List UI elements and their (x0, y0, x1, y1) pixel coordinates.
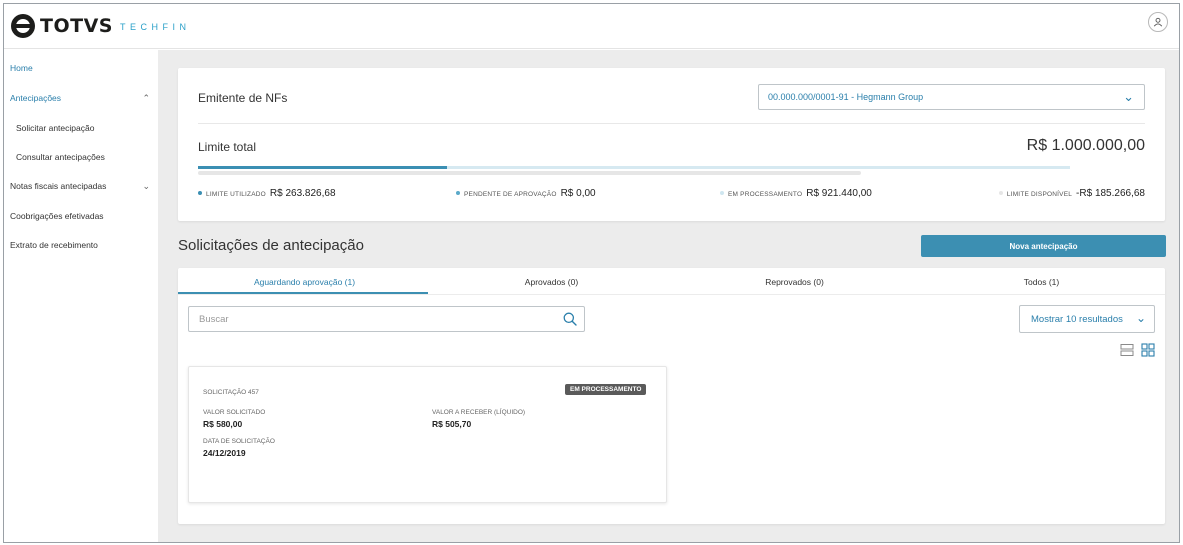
sidebar-item-extrato[interactable]: Extrato de recebimento (10, 240, 150, 250)
divider (198, 123, 1145, 124)
legend-dot (998, 191, 1003, 195)
tab-aprovados[interactable]: Aprovados (0) (428, 277, 675, 287)
sidebar-item-solicitar-antecipacao[interactable]: Solicitar antecipação (16, 123, 150, 133)
tab-aguardando-aprovacao[interactable]: Aguardando aprovação (1) (181, 277, 428, 287)
valor-solicitado-value: R$ 580,00 (203, 419, 243, 429)
chevron-down-icon: ⌄ (1135, 311, 1146, 325)
limit-progress-bar (198, 166, 1070, 169)
sidebar-item-label: Coobrigações efetivadas (10, 211, 104, 221)
sidebar: Home Antecipações ⌃ Solicitar antecipaçã… (4, 50, 158, 542)
chevron-down-icon: ⌄ (142, 181, 150, 191)
user-button[interactable] (1148, 12, 1168, 32)
user-icon (1153, 17, 1163, 27)
sidebar-item-label: Consultar antecipações (16, 152, 105, 162)
legend-value: -R$ 185.266,68 (1076, 188, 1145, 199)
emitente-label: Emitente de NFs (198, 91, 288, 105)
legend-value: R$ 921.440,00 (806, 188, 872, 199)
limit-used-fill (198, 166, 448, 169)
valor-receber-label: Valor a receber (líquido) (432, 409, 526, 416)
legend-dot (720, 191, 724, 195)
chevron-up-icon: ⌃ (142, 93, 150, 103)
main-content: Emitente de NFs 00.000.000/0001-91 - Heg… (158, 50, 1179, 542)
sidebar-item-label: Extrato de recebimento (10, 240, 98, 250)
active-tab-indicator (178, 292, 428, 294)
search-input[interactable]: Buscar (188, 306, 585, 332)
sidebar-item-antecipacoes[interactable]: Antecipações ⌃ (10, 93, 150, 104)
sidebar-item-coobrigacoes[interactable]: Coobrigações efetivadas (10, 211, 150, 221)
valor-solicitado-label: Valor solicitado (203, 409, 266, 416)
legend-limite-utilizado: Limite utilizado R$ 263.826,68 (198, 188, 336, 199)
app-window: TOTVS TECHFIN Home Antecipações ⌃ Solici… (3, 3, 1180, 543)
legend-label: Pendente de aprovação (464, 191, 557, 198)
limit-card: Emitente de NFs 00.000.000/0001-91 - Heg… (178, 68, 1165, 221)
limit-processing-bar (198, 171, 861, 175)
list-view-icon[interactable] (1120, 343, 1134, 357)
sidebar-item-notas-fiscais[interactable]: Notas fiscais antecipadas ⌄ (10, 181, 150, 192)
status-badge: Em processamento (565, 384, 647, 395)
legend-limite-disponivel: Limite disponível -R$ 185.266,68 (998, 188, 1145, 199)
legend-label: Limite disponível (1006, 191, 1073, 198)
requests-card: Aguardando aprovação (1) Aprovados (0) R… (178, 268, 1165, 524)
request-title: Solicitação 457 (203, 389, 259, 396)
legend-em-processamento: Em processamento R$ 921.440,00 (720, 188, 872, 199)
tab-todos[interactable]: Todos (1) (918, 277, 1165, 287)
legend-value: R$ 263.826,68 (269, 188, 336, 199)
tab-bar: Aguardando aprovação (1) Aprovados (0) R… (178, 268, 1165, 295)
legend-label: Em processamento (728, 191, 803, 198)
search-placeholder: Buscar (199, 314, 229, 325)
request-card[interactable]: Solicitação 457 Em processamento Valor s… (188, 366, 667, 503)
sidebar-item-label: Antecipações (10, 93, 62, 103)
page-title: Solicitações de antecipação (178, 237, 364, 254)
grid-view-icon[interactable] (1141, 343, 1155, 357)
sidebar-item-label: Notas fiscais antecipadas (10, 181, 107, 191)
nova-antecipacao-button[interactable]: Nova antecipação (921, 235, 1166, 257)
sidebar-item-label: Home (10, 63, 33, 73)
emitente-select[interactable]: 00.000.000/0001-91 - Hegmann Group ⌄ (758, 84, 1145, 110)
legend-dot (198, 191, 202, 195)
limite-total-value: R$ 1.000.000,00 (1026, 137, 1145, 154)
emitente-select-value: 00.000.000/0001-91 - Hegmann Group (768, 92, 924, 102)
sidebar-item-label: Solicitar antecipação (16, 123, 95, 133)
top-bar: TOTVS TECHFIN (4, 4, 1179, 49)
limite-total-label: Limite total (198, 140, 257, 154)
legend-dot (456, 191, 460, 195)
legend-value: R$ 0,00 (560, 188, 596, 199)
results-per-page-select[interactable]: Mostrar 10 resultados ⌄ (1019, 305, 1155, 333)
brand-sub: TECHFIN (119, 22, 191, 32)
sidebar-item-consultar-antecipacoes[interactable]: Consultar antecipações (16, 152, 150, 162)
totvs-logo-icon (11, 14, 35, 38)
chevron-down-icon: ⌄ (1123, 89, 1134, 104)
legend-pendente: Pendente de aprovação R$ 0,00 (456, 188, 596, 199)
search-icon[interactable] (562, 311, 578, 327)
legend-label: Limite utilizado (206, 191, 266, 198)
sidebar-item-home[interactable]: Home (10, 63, 150, 73)
valor-receber-value: R$ 505,70 (432, 419, 472, 429)
brand-name: TOTVS (40, 15, 113, 37)
tab-reprovados[interactable]: Reprovados (0) (671, 277, 918, 287)
logo[interactable]: TOTVS TECHFIN (11, 14, 190, 38)
results-per-page-value: Mostrar 10 resultados (1031, 314, 1123, 325)
data-solicitacao-value: 24/12/2019 (203, 448, 246, 458)
data-solicitacao-label: Data de solicitação (203, 438, 275, 445)
